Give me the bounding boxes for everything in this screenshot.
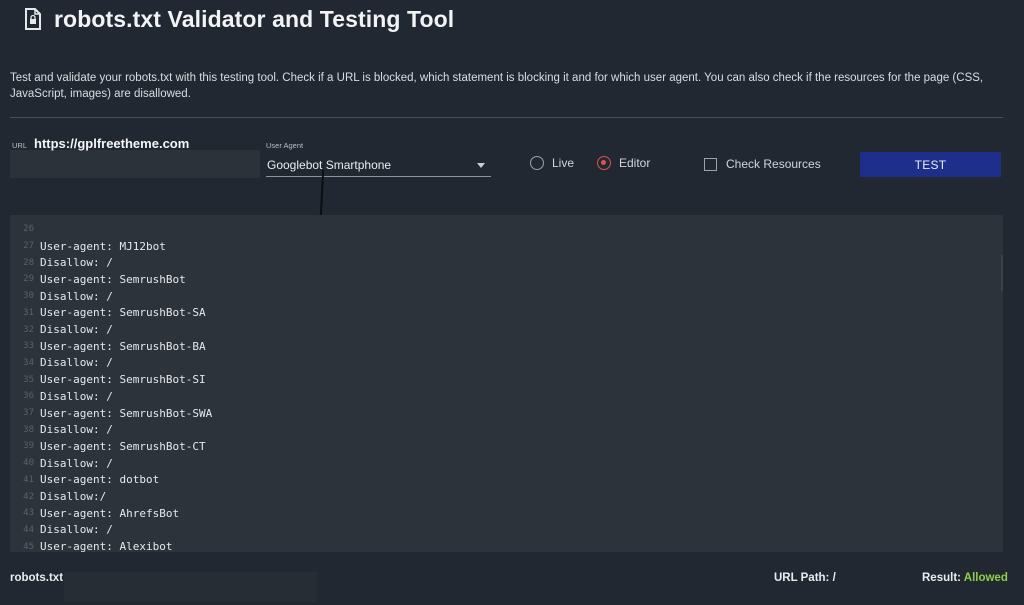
result-status: Result: Allowed: [922, 572, 1008, 584]
line-number: 44: [23, 524, 34, 535]
line-number: 28: [23, 257, 34, 268]
document-icon: [25, 8, 41, 30]
code-line: 43 User-agent: AhrefsBot: [10, 505, 179, 522]
code-text: Disallow: /: [40, 289, 113, 303]
line-number: 43: [23, 508, 34, 519]
page: robots.txt Validator and Testing Tool Te…: [0, 0, 1024, 605]
code-line: 41 User-agent: dotbot: [10, 472, 159, 489]
url-field-background: [10, 150, 260, 178]
line-number: 30: [23, 291, 34, 302]
line-number: 34: [23, 357, 34, 368]
code-line: 33 User-agent: SemrushBot-BA: [10, 338, 206, 355]
line-number: 37: [23, 408, 34, 419]
line-number: 42: [23, 491, 34, 502]
code-text: User-agent: SemrushBot-CT: [40, 439, 206, 453]
check-resources-label: Check Resources: [726, 157, 821, 171]
code-text: User-agent: SemrushBot-SI: [40, 373, 206, 387]
code-text: Disallow: /: [40, 456, 113, 470]
code-text: User-agent: MJ12bot: [40, 239, 166, 253]
editor-scrollbar[interactable]: [1001, 255, 1003, 291]
code-line: 36 Disallow: /: [10, 388, 113, 405]
code-text: User-agent: dotbot: [40, 473, 160, 487]
line-number: 33: [23, 341, 34, 352]
code-line: 40 Disallow: /: [10, 455, 113, 472]
robots-txt-field: [64, 572, 317, 602]
line-number: 31: [23, 307, 34, 318]
result-value: Allowed: [963, 572, 1008, 584]
code-text: Disallow:/: [40, 490, 107, 504]
code-text: Disallow: /: [40, 323, 113, 337]
code-text: User-agent: SemrushBot: [40, 272, 186, 286]
code-text: Disallow: /: [40, 356, 113, 370]
code-text: User-agent: AhrefsBot: [40, 506, 180, 520]
code-line: 27 User-agent: MJ12bot: [10, 238, 166, 255]
url-input[interactable]: [34, 136, 254, 151]
url-path-label: URL Path: /: [774, 572, 836, 584]
code-line: 31 User-agent: SemrushBot-SA: [10, 305, 206, 322]
code-text: User-agent: Alexibot: [40, 540, 173, 552]
line-number: 35: [23, 374, 34, 385]
robots-txt-label: robots.txt:: [10, 572, 67, 584]
line-number: 29: [23, 274, 34, 285]
header: robots.txt Validator and Testing Tool: [24, 4, 454, 34]
divider: [10, 117, 1003, 118]
code-text: Disallow: /: [40, 256, 113, 270]
line-number: 32: [23, 324, 34, 335]
line-number: 45: [23, 541, 34, 552]
code-line: 28 Disallow: /: [10, 254, 113, 271]
test-button[interactable]: TEST: [860, 152, 1001, 177]
code-line: 29 User-agent: SemrushBot: [10, 271, 186, 288]
line-number: 26: [23, 224, 34, 235]
code-line: 26: [10, 221, 40, 238]
check-resources-box: [704, 157, 717, 171]
code-line: 37 User-agent: SemrushBot-SWA: [10, 405, 212, 422]
code-text: Disallow: /: [40, 523, 113, 537]
check-resources-checkbox[interactable]: Check Resources: [704, 157, 821, 171]
user-agent-value: Googlebot Smartphone: [267, 158, 392, 172]
radio-live-label: Live: [552, 156, 575, 170]
code-line: 42 Disallow:/: [10, 488, 106, 505]
code-line: 34 Disallow: /: [10, 355, 113, 372]
page-title: robots.txt Validator and Testing Tool: [54, 5, 455, 32]
url-label: URL: [12, 141, 28, 150]
radio-live-circle: [530, 156, 544, 170]
code-line: 39 User-agent: SemrushBot-CT: [10, 438, 206, 455]
robots-editor[interactable]: 26 27 User-agent: MJ12bot 28 Disallow: / 29 Us…: [10, 215, 1003, 552]
code-text: User-agent: SemrushBot-SA: [40, 306, 206, 320]
code-line: 35 User-agent: SemrushBot-SI: [10, 371, 206, 388]
user-agent-label: User Agent: [266, 141, 304, 150]
user-agent-select[interactable]: Googlebot Smartphone: [266, 154, 491, 177]
code-line: 32 Disallow: /: [10, 321, 113, 338]
radio-editor[interactable]: Editor: [597, 156, 650, 170]
chevron-down-icon: [477, 162, 485, 168]
line-number: 40: [23, 458, 34, 469]
code-text: Disallow: /: [40, 423, 113, 437]
radio-live[interactable]: Live: [530, 156, 574, 170]
page-description: Test and validate your robots.txt with t…: [10, 72, 984, 100]
code-text: User-agent: SemrushBot-BA: [40, 339, 206, 353]
code-text: User-agent: SemrushBot-SWA: [40, 406, 213, 420]
code-line: 45 User-agent: Alexibot: [10, 538, 172, 552]
line-number: 36: [23, 391, 34, 402]
code-line: 44 Disallow: /: [10, 522, 113, 539]
code-line: 38 Disallow: /: [10, 421, 113, 438]
radio-editor-label: Editor: [619, 156, 651, 170]
code-text: Disallow: /: [40, 389, 113, 403]
line-number: 41: [23, 474, 34, 485]
line-number: 38: [23, 424, 34, 435]
result-label: Result:: [922, 572, 961, 584]
line-number: 27: [23, 241, 34, 252]
radio-editor-circle: [597, 156, 611, 170]
code-line: 30 Disallow: /: [10, 288, 113, 305]
line-number: 39: [23, 441, 34, 452]
